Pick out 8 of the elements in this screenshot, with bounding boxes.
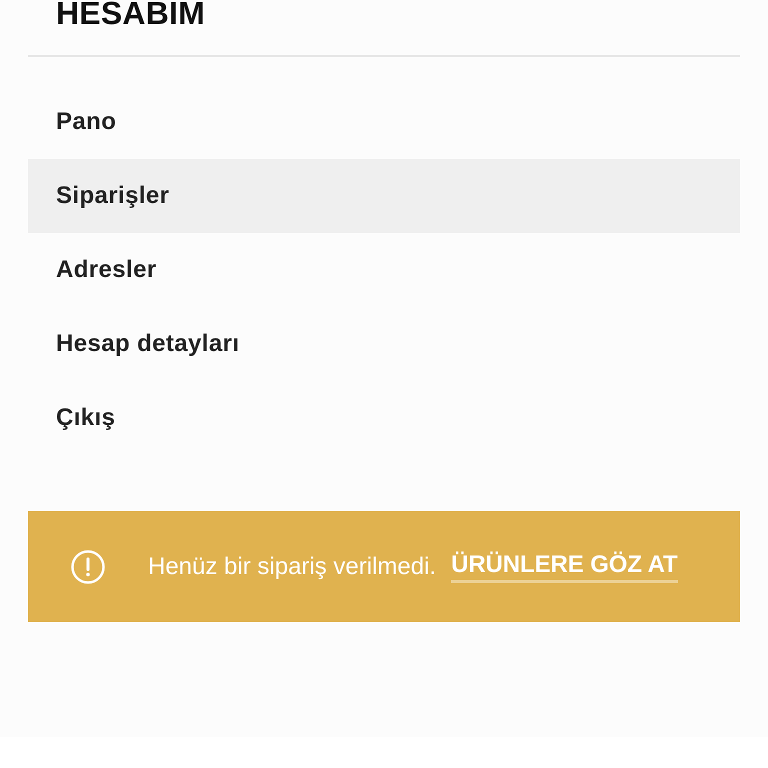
menu-item[interactable]: Adresler	[28, 233, 740, 307]
menu-item[interactable]: Hesap detayları	[28, 307, 740, 381]
page-title: HESABIM	[55, 0, 206, 26]
menu-item[interactable]: Siparişler	[28, 159, 740, 233]
menu-item[interactable]: Pano	[28, 85, 740, 159]
menu-item[interactable]: Çıkış	[28, 381, 740, 455]
alert-icon	[71, 550, 105, 584]
notice-message: Henüz bir sipariş verilmedi.	[148, 552, 436, 580]
